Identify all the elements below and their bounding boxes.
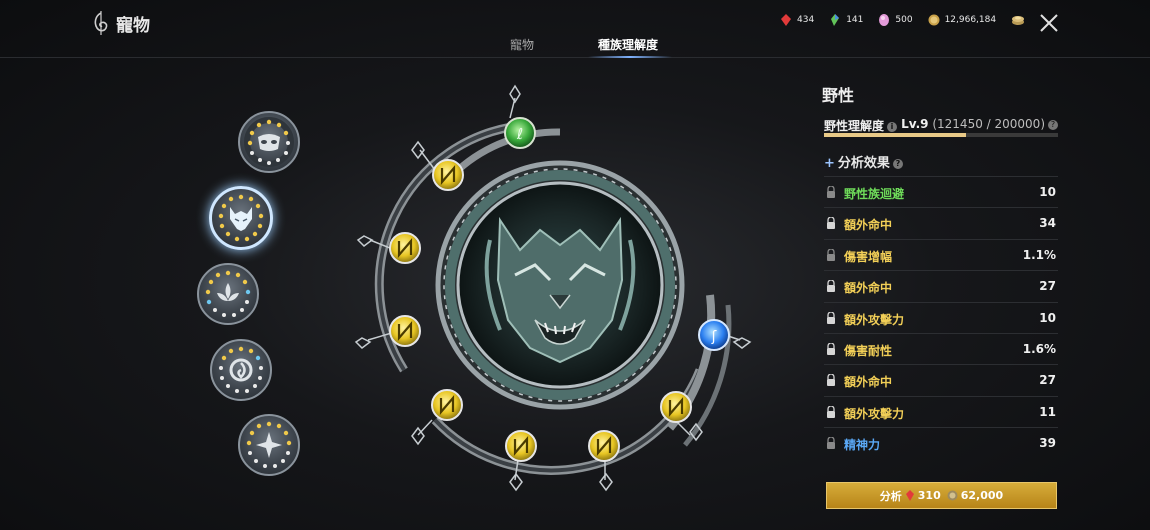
stat-name: 額外攻擊力 xyxy=(844,312,905,327)
race-emblem-spiral[interactable] xyxy=(210,339,272,401)
stat-row: 額外命中 27 xyxy=(824,270,1058,301)
lock-icon xyxy=(827,405,835,418)
skill-node-gold-5[interactable] xyxy=(505,430,537,462)
info-icon[interactable]: ? xyxy=(892,158,903,169)
stat-name: 額外攻擊力 xyxy=(844,406,905,421)
currency-pink-gem: 500 xyxy=(878,14,913,26)
spiral-icon xyxy=(219,346,263,393)
star-flower-icon xyxy=(246,421,292,468)
tab-pets[interactable]: 寵物 xyxy=(510,36,534,53)
currency-bar: 434 141 500 12,966,184 xyxy=(780,14,1040,26)
understanding-label: 野性理解度 i xyxy=(824,117,898,134)
skill-node-gold-2[interactable] xyxy=(389,232,421,264)
stat-row: 傷害增幅 1.1% xyxy=(824,238,1058,270)
currency-green-crystal: 141 xyxy=(829,14,863,26)
stat-value: 34 xyxy=(1039,216,1056,231)
race-detail-panel: 野性 野性理解度 i Lv.9 (121450 / 200000)? + 分析效果?… xyxy=(822,82,1058,452)
currency-extra[interactable] xyxy=(1011,14,1025,26)
skill-node-gold-3[interactable] xyxy=(389,315,421,347)
analysis-stat-list: 野性族迴避 10 額外命中 34 傷害增幅 1.1% 額外命中 27 額外攻擊力… xyxy=(824,176,1058,459)
skill-node-gold-1[interactable] xyxy=(432,159,464,191)
page-title: 寵物 xyxy=(116,16,150,36)
stat-value: 27 xyxy=(1039,279,1056,294)
stat-name: 野性族迴避 xyxy=(844,187,905,201)
stat-value: 10 xyxy=(1039,310,1056,325)
info-icon[interactable]: ? xyxy=(1048,119,1058,130)
skill-node-green[interactable]: ℓ xyxy=(504,117,536,149)
stat-row: 額外命中 27 xyxy=(824,364,1058,395)
red-crystal-count: 434 xyxy=(797,15,815,25)
stat-value: 27 xyxy=(1039,373,1056,388)
pink-gem-icon xyxy=(879,14,890,26)
crystal-cost: 310 xyxy=(917,489,941,502)
gold-cost: 62,000 xyxy=(960,489,1004,502)
close-icon[interactable] xyxy=(1038,12,1060,34)
race-name: 野性 xyxy=(822,86,855,105)
lock-icon xyxy=(827,311,835,324)
stat-row: 額外攻擊力 11 xyxy=(824,395,1058,427)
analyze-button-label: 分析 xyxy=(879,489,902,503)
mask-icon xyxy=(244,117,294,167)
stat-value: 39 xyxy=(1039,436,1056,451)
progress-fill xyxy=(824,133,967,137)
red-crystal-icon xyxy=(905,490,914,501)
svg-text:ʃ: ʃ xyxy=(711,329,717,345)
lock-icon xyxy=(827,248,835,261)
top-bar: 寵物 寵物 種族理解度 434 141 500 12,966,184 xyxy=(0,0,1150,58)
stat-row: 野性族迴避 10 xyxy=(824,176,1058,207)
stat-name: 傷害增幅 xyxy=(844,249,893,264)
lock-icon xyxy=(827,342,835,355)
stat-value: 11 xyxy=(1039,404,1056,419)
stat-value: 1.1% xyxy=(1022,247,1056,262)
svg-text:ℓ: ℓ xyxy=(516,125,523,143)
race-emblem-mask[interactable] xyxy=(238,111,300,173)
pet-menu-icon xyxy=(94,11,108,35)
active-tab-indicator xyxy=(588,56,672,58)
wolf-head-icon xyxy=(218,194,264,242)
lock-icon xyxy=(827,280,835,293)
stat-name: 傷害耐性 xyxy=(844,343,893,358)
info-icon[interactable]: i xyxy=(887,121,898,132)
green-crystal-count: 141 xyxy=(846,15,864,25)
green-crystal-icon xyxy=(831,14,840,26)
stat-value: 1.6% xyxy=(1022,341,1056,356)
lotus-icon xyxy=(205,270,251,317)
lock-icon xyxy=(827,437,835,450)
stat-row: 額外命中 34 xyxy=(824,207,1058,238)
lock-icon xyxy=(827,186,835,198)
understanding-level: Lv.9 (121450 / 200000)? xyxy=(901,117,1058,131)
stat-name: 額外命中 xyxy=(844,281,893,296)
stat-name: 額外命中 xyxy=(844,375,893,390)
red-crystal-icon xyxy=(781,14,791,26)
race-emblem-wild[interactable] xyxy=(209,186,273,250)
analyze-button[interactable]: 分析 310 62,000 xyxy=(826,482,1057,509)
tab-race-understanding[interactable]: 種族理解度 xyxy=(598,36,658,53)
skill-node-gold-7[interactable] xyxy=(660,391,692,423)
stat-name: 精神力 xyxy=(844,438,881,453)
coin-stack-icon[interactable] xyxy=(1011,14,1025,26)
race-medallion: ℓ ʃ xyxy=(354,84,752,492)
stat-row: 傷害耐性 1.6% xyxy=(824,332,1058,364)
lock-icon xyxy=(827,374,835,387)
understanding-progress-bar xyxy=(824,133,1058,137)
pink-gem-count: 500 xyxy=(895,15,913,25)
race-emblem-star[interactable] xyxy=(238,414,300,476)
gold-count: 12,966,184 xyxy=(944,15,997,25)
currency-red-crystal: 434 xyxy=(780,14,814,26)
stat-name: 額外命中 xyxy=(844,218,893,233)
gold-coin-icon xyxy=(947,490,958,501)
stat-row: 額外攻擊力 10 xyxy=(824,301,1058,333)
plus-icon: + xyxy=(824,156,835,171)
skill-node-gold-4[interactable] xyxy=(431,389,463,421)
race-emblem-lotus[interactable] xyxy=(197,263,259,325)
lock-icon xyxy=(827,217,835,230)
gold-coin-icon xyxy=(928,14,940,26)
stat-row: 精神力 39 xyxy=(824,427,1058,458)
stat-value: 10 xyxy=(1039,185,1056,199)
skill-node-gold-6[interactable] xyxy=(588,430,620,462)
skill-node-blue[interactable]: ʃ xyxy=(698,319,730,351)
currency-gold: 12,966,184 xyxy=(928,14,997,26)
analysis-effects-header: + 分析效果? xyxy=(824,152,903,171)
